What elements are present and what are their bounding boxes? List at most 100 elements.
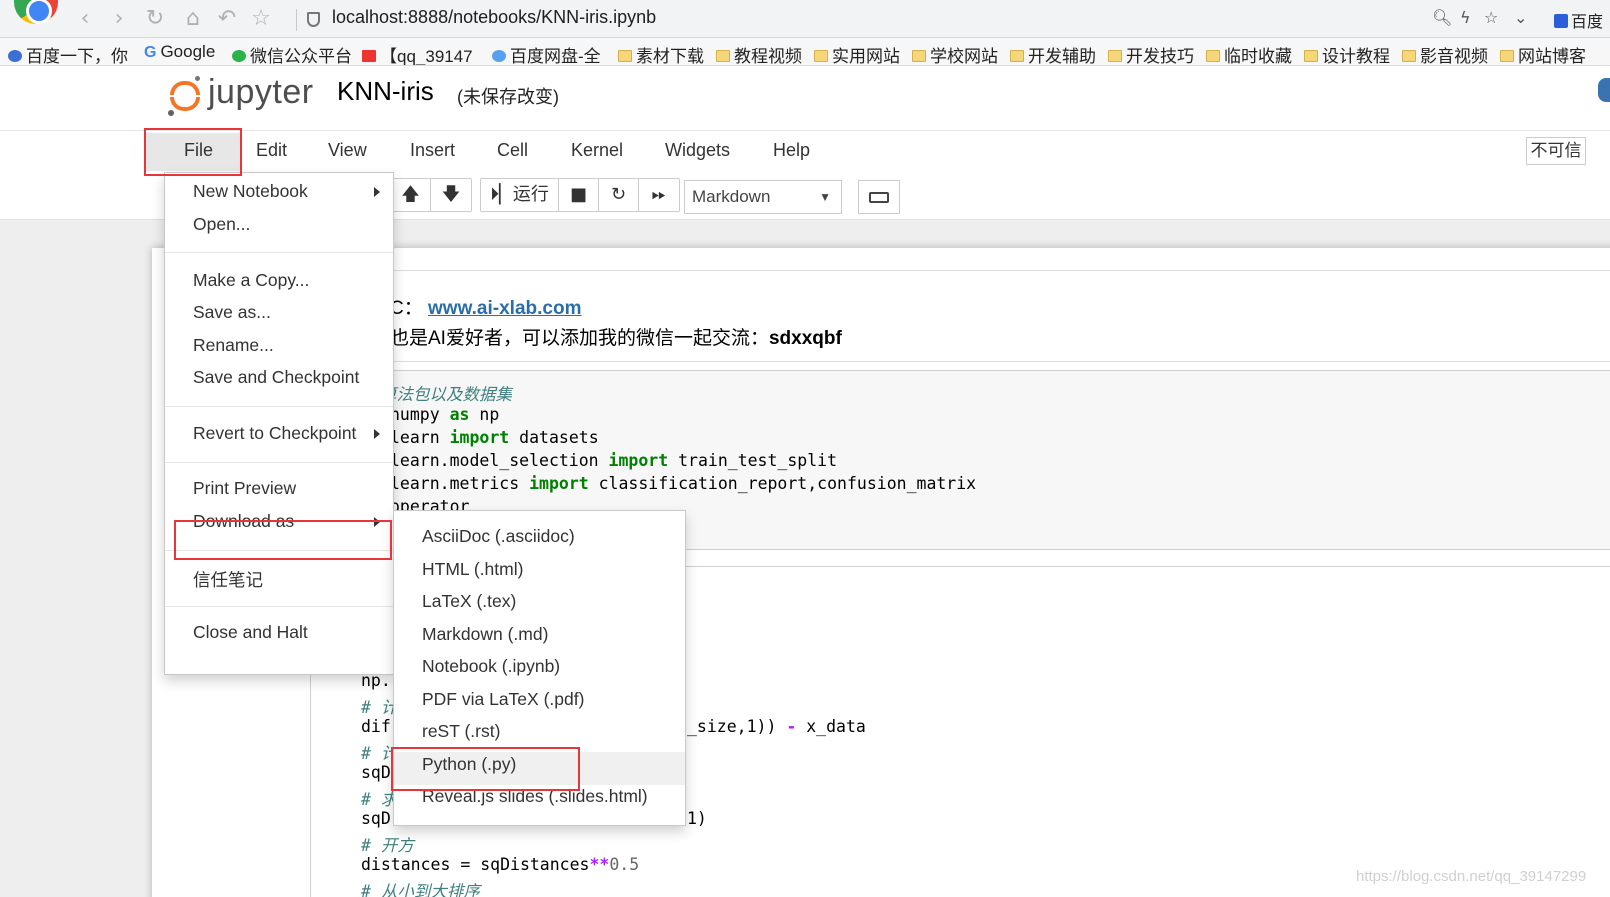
bookmark-folder[interactable]: 开发技巧 bbox=[1108, 42, 1194, 65]
code-line: distances = sqDistances**0.5 bbox=[361, 855, 640, 874]
folder-icon bbox=[716, 50, 730, 62]
code-line: _size,1)) - x_data bbox=[687, 717, 866, 736]
menu-cell[interactable]: Cell bbox=[497, 140, 528, 161]
address-separator bbox=[296, 9, 297, 31]
watermark: https://blog.csdn.net/qq_39147299 bbox=[1356, 868, 1587, 885]
folder-icon bbox=[1108, 50, 1122, 62]
trust-button[interactable]: 不可信 bbox=[1526, 137, 1586, 165]
menu-widgets[interactable]: Widgets bbox=[665, 140, 730, 161]
bookmark-item[interactable]: 微信公众平台 bbox=[232, 42, 352, 65]
jupyter-wordmark[interactable]: jupyter bbox=[208, 73, 314, 112]
markdown-cell[interactable]: C： www.ai-xlab.com 也是AI爱好者，可以添加我的微信一起交流：… bbox=[310, 270, 1610, 362]
menu-divider bbox=[165, 462, 393, 463]
bookmark-folder[interactable]: 影音视频 bbox=[1402, 42, 1488, 65]
star-icon[interactable]: ☆ bbox=[248, 6, 274, 32]
menu-item-revert-checkpoint[interactable]: Revert to Checkpoint bbox=[193, 423, 356, 444]
folder-icon bbox=[618, 50, 632, 62]
search-icon[interactable]: 🔍︎ bbox=[1432, 8, 1452, 27]
menu-item-markdown[interactable]: Markdown (.md) bbox=[422, 624, 548, 645]
menu-item-save-as[interactable]: Save as... bbox=[193, 302, 271, 323]
wechat-icon bbox=[232, 50, 246, 62]
menu-edit[interactable]: Edit bbox=[256, 140, 287, 161]
google-icon: G bbox=[144, 44, 157, 61]
menu-item-save-checkpoint[interactable]: Save and Checkpoint bbox=[193, 367, 359, 388]
undo-icon[interactable]: ↶ bbox=[214, 6, 240, 32]
menu-kernel[interactable]: Kernel bbox=[571, 140, 623, 161]
caret-right-icon bbox=[374, 429, 380, 439]
folder-icon bbox=[814, 50, 828, 62]
bookmark-star-icon[interactable]: ☆ bbox=[1484, 8, 1498, 27]
shield-icon[interactable] bbox=[307, 12, 320, 27]
address-bar[interactable]: localhost:8888/notebooks/KNN-iris.ipynb bbox=[332, 7, 656, 28]
reload-icon[interactable]: ↻ bbox=[142, 6, 168, 32]
run-group: ⏵▏运行 ■ ↻ ⏩︎ bbox=[480, 178, 680, 212]
move-down-icon[interactable]: 🡇 bbox=[431, 179, 471, 211]
menu-item-new-notebook[interactable]: New Notebook bbox=[193, 181, 308, 202]
keyboard-shortcuts-button[interactable] bbox=[858, 180, 900, 214]
search-engine-label[interactable]: 百度 bbox=[1554, 8, 1603, 32]
stop-icon[interactable]: ■ bbox=[559, 179, 599, 211]
save-status: (未保存改变) bbox=[457, 87, 559, 107]
code-line: learn import datasets bbox=[390, 428, 599, 447]
home-icon[interactable]: ⌂ bbox=[180, 6, 206, 32]
move-group: 🡅 🡇 bbox=[390, 178, 472, 212]
menu-item-html[interactable]: HTML (.html) bbox=[422, 559, 523, 580]
menu-divider bbox=[165, 406, 393, 407]
bookmark-item[interactable]: 百度网盘-全 bbox=[492, 42, 601, 65]
cloud-icon bbox=[492, 50, 506, 62]
bookmark-folder[interactable]: 实用网站 bbox=[814, 42, 900, 65]
bookmark-folder[interactable]: 设计教程 bbox=[1304, 42, 1390, 65]
menu-item-pdf[interactable]: PDF via LaTeX (.pdf) bbox=[422, 689, 584, 710]
menu-item-rest[interactable]: reST (.rst) bbox=[422, 721, 500, 742]
file-dropdown-menu: New Notebook Open... Make a Copy... Save… bbox=[164, 172, 394, 675]
lightning-icon[interactable]: ϟ bbox=[1460, 8, 1471, 27]
menu-help[interactable]: Help bbox=[773, 140, 810, 161]
code-comment: 算法包以及数据集 bbox=[380, 385, 512, 404]
menu-item-open[interactable]: Open... bbox=[193, 214, 250, 235]
menu-item-rename[interactable]: Rename... bbox=[193, 335, 274, 356]
back-icon[interactable]: ‹ bbox=[72, 6, 98, 32]
browser-logo-icon[interactable] bbox=[14, 0, 58, 24]
bookmark-folder[interactable]: 网站博客 bbox=[1500, 42, 1586, 65]
forward-icon[interactable]: › bbox=[106, 6, 132, 32]
code-line: numpy as np bbox=[390, 405, 500, 424]
menu-item-notebook[interactable]: Notebook (.ipynb) bbox=[422, 656, 560, 677]
menu-insert[interactable]: Insert bbox=[410, 140, 455, 161]
menu-item-print-preview[interactable]: Print Preview bbox=[193, 478, 296, 499]
menu-item-trust-notebook[interactable]: 信任笔记 bbox=[193, 567, 263, 592]
highlight-box-file bbox=[144, 128, 242, 176]
restart-icon[interactable]: ↻ bbox=[599, 179, 639, 211]
bookmark-folder[interactable]: 学校网站 bbox=[912, 42, 998, 65]
run-button[interactable]: ⏵▏运行 bbox=[481, 179, 559, 211]
bookmark-folder[interactable]: 临时收藏 bbox=[1206, 42, 1292, 65]
bookmark-folder[interactable]: 素材下载 bbox=[618, 42, 704, 65]
highlight-box-download-as bbox=[174, 520, 392, 560]
cell-type-select[interactable]: Markdown ▼ bbox=[684, 180, 842, 214]
chevron-down-icon[interactable]: ⌄ bbox=[1514, 8, 1527, 27]
code-comment: # 开方 bbox=[361, 836, 414, 855]
code-line: dif bbox=[361, 717, 391, 736]
jupyter-logo-icon[interactable] bbox=[168, 75, 204, 116]
menu-divider bbox=[165, 606, 393, 607]
fast-forward-icon[interactable]: ⏩︎ bbox=[639, 179, 679, 211]
bookmark-folder[interactable]: 开发辅助 bbox=[1010, 42, 1096, 65]
csdn-icon bbox=[362, 50, 376, 62]
browser-titlebar: ‹ › ↻ ⌂ ↶ ☆ localhost:8888/notebooks/KNN… bbox=[0, 0, 1610, 38]
bookmark-item[interactable]: 【qq_39147 bbox=[362, 42, 473, 65]
menu-view[interactable]: View bbox=[328, 140, 367, 161]
bookmark-item[interactable]: 百度一下，你 bbox=[8, 42, 128, 65]
menu-item-asciidoc[interactable]: AsciiDoc (.asciidoc) bbox=[422, 526, 575, 547]
move-up-icon[interactable]: 🡅 bbox=[391, 179, 431, 211]
logo-arc bbox=[170, 81, 200, 95]
bookmark-folder[interactable]: 教程视频 bbox=[716, 42, 802, 65]
website-link[interactable]: www.ai-xlab.com bbox=[428, 298, 581, 319]
logo-dot bbox=[195, 76, 200, 81]
bookmarks-bar: 百度一下，你 G Google 微信公众平台 【qq_39147 百度网盘-全 素… bbox=[0, 38, 1610, 66]
bookmark-item[interactable]: G Google bbox=[144, 42, 215, 62]
folder-icon bbox=[1010, 50, 1024, 62]
notebook-name[interactable]: KNN-iris bbox=[337, 76, 434, 107]
markdown-line-1: C： www.ai-xlab.com bbox=[390, 298, 582, 319]
menu-item-latex[interactable]: LaTeX (.tex) bbox=[422, 591, 516, 612]
menu-item-close-halt[interactable]: Close and Halt bbox=[193, 622, 308, 643]
menu-item-make-copy[interactable]: Make a Copy... bbox=[193, 270, 309, 291]
